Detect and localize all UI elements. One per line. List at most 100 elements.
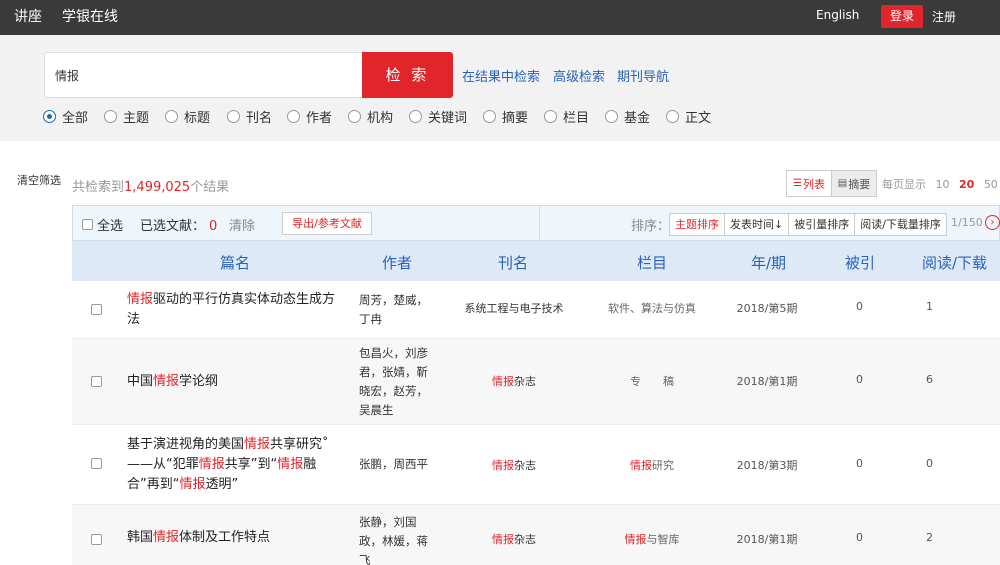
list-view-button[interactable]: ☰ 列表 [787, 171, 831, 196]
login-button[interactable]: 登录 [881, 5, 923, 28]
header-reads-downloads[interactable]: 阅读/下载 [922, 252, 987, 273]
keyword-highlight: 情报 [244, 437, 271, 452]
text-segment: 杂志 [514, 459, 536, 472]
per-page-50[interactable]: 50 [984, 178, 998, 191]
header-cited[interactable]: 被引 [845, 252, 875, 273]
text-segment: 杂志 [514, 533, 536, 546]
header-column[interactable]: 栏目 [637, 252, 667, 273]
selected-count: 0 [209, 219, 218, 234]
radio-icon[interactable] [666, 109, 679, 123]
keyword-highlight: 情报 [179, 477, 206, 492]
article-journal[interactable]: 情报杂志 [444, 531, 584, 547]
english-link[interactable]: English [816, 8, 859, 22]
list-icon: ☰ [793, 178, 802, 189]
scope-option-topic[interactable]: 主题 [104, 107, 149, 126]
radio-icon[interactable] [605, 109, 618, 123]
keyword-highlight: 情报 [127, 292, 154, 307]
text-segment: 基于演进视角的美国 [127, 437, 245, 452]
scope-option-column[interactable]: 栏目 [544, 107, 589, 126]
sort-by-date[interactable]: 发表时间↓ [724, 214, 788, 235]
scope-option-fulltext[interactable]: 正文 [666, 107, 711, 126]
keyword-highlight: 情报 [624, 533, 647, 546]
article-title-link[interactable]: 情报驱动的平行仿真实体动态生成方法 [127, 289, 342, 331]
register-link[interactable]: 注册 [932, 8, 956, 25]
article-year-issue: 2018/第1期 [736, 533, 798, 546]
article-title-link[interactable]: 韩国情报体制及工作特点 [127, 528, 342, 548]
article-column: 软件、算法与仿真 [587, 300, 717, 316]
document-icon: ▤ [837, 178, 848, 189]
header-title[interactable]: 篇名 [220, 252, 250, 273]
radio-selected-icon[interactable] [43, 109, 56, 123]
article-journal[interactable]: 情报杂志 [444, 373, 584, 389]
article-journal[interactable]: 情报杂志 [444, 457, 584, 473]
search-button[interactable]: 检 索 [362, 52, 453, 98]
radio-icon[interactable] [227, 109, 240, 123]
article-title-link[interactable]: 基于演进视角的美国情报共享研究˚——从“犯罪情报共享”到“情报融合”再到“情报透… [127, 434, 342, 496]
text-segment: 杂志 [514, 375, 536, 388]
per-page-10[interactable]: 10 [936, 178, 950, 191]
article-read-count: 6 [926, 373, 933, 386]
text-segment: 共享”到“ [224, 457, 278, 472]
header-year-issue[interactable]: 年/期 [751, 252, 786, 273]
article-title-link[interactable]: 中国情报学论纲 [127, 372, 342, 392]
radio-icon[interactable] [544, 109, 557, 123]
radio-icon[interactable] [409, 109, 422, 123]
article-authors[interactable]: 张静，刘国政，林媛，蒋飞 [359, 513, 439, 565]
nav-link-xueyin-online[interactable]: 学银在线 [62, 6, 118, 26]
per-page-20[interactable]: 20 [959, 178, 974, 191]
search-panel: 检 索 在结果中检索 高级检索 期刊导航 全部 主题 标题 刊名 作者 机构 关… [0, 35, 1000, 141]
nav-link-lectures[interactable]: 讲座 [14, 6, 42, 26]
table-row: 情报驱动的平行仿真实体动态生成方法 周芳，楚威，丁冉 系统工程与电子技术 软件、… [72, 281, 1000, 339]
radio-icon[interactable] [104, 109, 117, 123]
article-cited-count: 0 [856, 300, 863, 313]
advanced-search-link[interactable]: 高级检索 [553, 66, 605, 85]
scope-option-keyword[interactable]: 关键词 [409, 107, 467, 126]
article-cited-count: 0 [856, 457, 863, 470]
scope-option-journal[interactable]: 刊名 [227, 107, 272, 126]
top-navigation-bar: 讲座 学银在线 English 登录 注册 [0, 0, 1000, 35]
checkbox-icon[interactable] [82, 219, 93, 230]
search-within-results-link[interactable]: 在结果中检索 [462, 66, 540, 85]
header-author[interactable]: 作者 [382, 252, 412, 273]
scope-option-fund[interactable]: 基金 [605, 107, 650, 126]
article-column: 情报研究 [587, 457, 717, 473]
next-page-icon[interactable]: › [985, 215, 1000, 230]
keyword-highlight: 情报 [153, 530, 180, 545]
per-page-selector: 每页显示 10 20 50 [882, 178, 998, 191]
select-all-checkbox[interactable]: 全选 [82, 215, 123, 234]
scope-option-title[interactable]: 标题 [165, 107, 210, 126]
sort-by-citations[interactable]: 被引量排序 [788, 214, 854, 235]
keyword-highlight: 情报 [492, 375, 514, 388]
row-checkbox[interactable] [91, 376, 102, 387]
row-checkbox[interactable] [91, 534, 102, 545]
row-checkbox[interactable] [91, 304, 102, 315]
article-authors[interactable]: 包昌火，刘彦君，张婧，靳晓宏，赵芳，吴晨生 [359, 344, 439, 420]
article-journal[interactable]: 系统工程与电子技术 [444, 300, 584, 316]
radio-icon[interactable] [287, 109, 300, 123]
sort-by-reads[interactable]: 阅读/下载量排序 [854, 214, 946, 235]
radio-icon[interactable] [348, 109, 361, 123]
search-input[interactable] [45, 53, 362, 97]
keyword-highlight: 情报 [492, 533, 514, 546]
journal-navigation-link[interactable]: 期刊导航 [617, 66, 669, 85]
abstract-view-button[interactable]: ▤ 摘要 [831, 171, 876, 196]
clear-filter-link[interactable]: 清空筛选 [17, 172, 61, 188]
sort-by-topic[interactable]: 主题排序 [670, 214, 724, 235]
export-references-button[interactable]: 导出/参考文献 [282, 212, 372, 235]
article-year-issue: 2018/第1期 [736, 375, 798, 388]
scope-option-institution[interactable]: 机构 [348, 107, 393, 126]
article-cited-count: 0 [856, 373, 863, 386]
row-checkbox[interactable] [91, 458, 102, 469]
page-indicator: 1/150 [951, 216, 983, 229]
radio-icon[interactable] [483, 109, 496, 123]
article-authors[interactable]: 张鹏，周西平 [359, 455, 439, 474]
article-column: 情报与智库 [587, 531, 717, 547]
scope-option-abstract[interactable]: 摘要 [483, 107, 528, 126]
scope-option-all[interactable]: 全部 [43, 107, 88, 126]
clear-selection-button[interactable]: 清除 [229, 215, 255, 234]
radio-icon[interactable] [165, 109, 178, 123]
article-authors[interactable]: 周芳，楚威，丁冉 [359, 291, 439, 329]
text-segment: 与智库 [646, 533, 680, 546]
header-journal[interactable]: 刊名 [498, 252, 528, 273]
scope-option-author[interactable]: 作者 [287, 107, 332, 126]
